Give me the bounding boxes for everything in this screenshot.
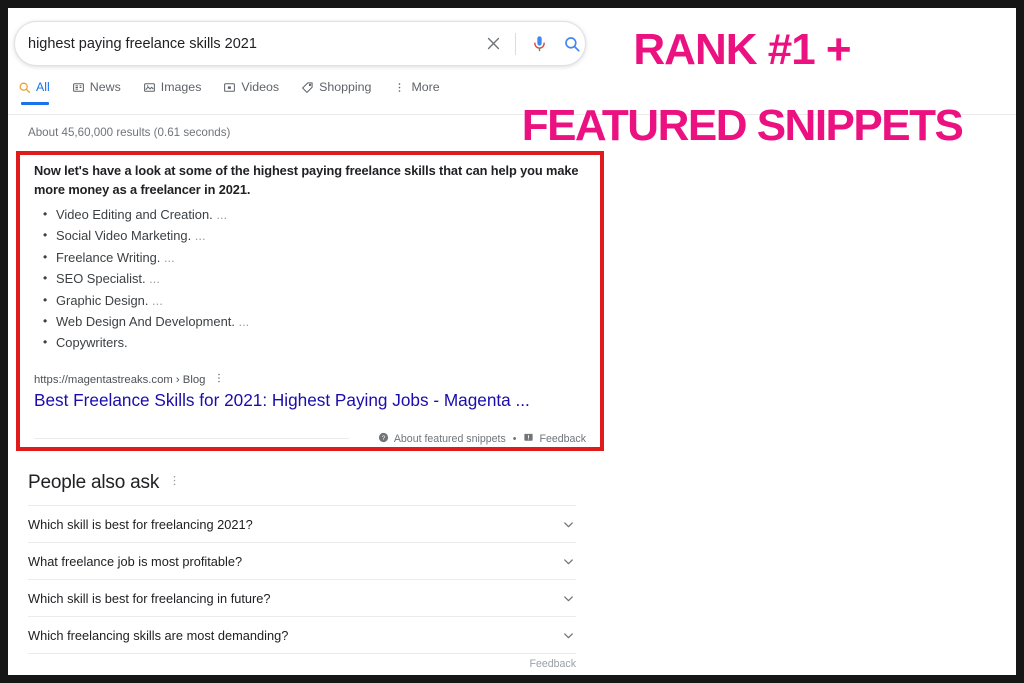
footer-separator: • <box>512 433 517 445</box>
list-item-text: Freelance Writing. <box>56 249 161 265</box>
kebab-menu-icon[interactable] <box>213 372 225 387</box>
chevron-down-icon[interactable] <box>561 554 576 569</box>
result-stats: About 45,60,000 results (0.61 seconds) <box>28 126 231 139</box>
paa-question-label: What freelance job is most profitable? <box>28 553 243 569</box>
paa-feedback-link[interactable]: Feedback <box>529 658 576 670</box>
list-item: Graphic Design. ... <box>43 292 586 316</box>
list-item-ellipsis: ... <box>163 249 175 265</box>
tab-shopping[interactable]: Shopping <box>301 80 371 105</box>
snippet-feedback-label: Feedback <box>539 433 586 445</box>
chevron-down-icon[interactable] <box>561 517 576 532</box>
tab-more-label: More <box>411 80 440 94</box>
list-item-ellipsis: ... <box>149 271 160 287</box>
paa-question-row[interactable]: What freelance job is most profitable? <box>28 542 576 579</box>
snippet-footer: ? About featured snippets • Feedback <box>34 432 586 446</box>
chevron-down-icon[interactable] <box>561 628 576 643</box>
search-input[interactable] <box>28 22 458 65</box>
tab-shopping-label: Shopping <box>319 80 372 94</box>
people-also-ask-title: People also ask <box>28 472 160 493</box>
result-title-link[interactable]: Best Freelance Skills for 2021: Highest … <box>34 390 530 412</box>
people-also-ask-header: People also ask <box>28 472 576 494</box>
tag-icon <box>301 81 314 94</box>
list-item-ellipsis: ... <box>216 206 228 222</box>
paa-question-row[interactable]: Which skill is best for freelancing 2021… <box>28 505 576 542</box>
list-item: Video Editing and Creation. ... <box>43 206 586 230</box>
list-item: SEO Specialist. ... <box>43 271 586 294</box>
list-item: Social Video Marketing. ... <box>43 228 586 251</box>
svg-text:?: ? <box>382 435 386 442</box>
close-x-icon[interactable] <box>481 32 505 56</box>
result-url-row[interactable]: https://magentastreaks.com › Blog <box>34 372 225 387</box>
list-item-text: Web Design And Development. <box>56 313 235 329</box>
list-item-text: Social Video Marketing. <box>56 228 192 244</box>
tab-news-label: News <box>89 80 121 94</box>
promo-overlay-line-2: FEATURED SNIPPETS <box>521 101 964 150</box>
search-bar[interactable] <box>14 21 586 66</box>
paa-question-row[interactable]: Which skill is best for freelancing in f… <box>28 579 576 616</box>
list-item: Copywriters. <box>43 335 586 358</box>
list-item-text: SEO Specialist. <box>56 271 146 287</box>
tab-news[interactable]: News <box>72 80 121 105</box>
tab-videos-label: Videos <box>241 80 280 94</box>
tab-videos[interactable]: Videos <box>223 80 279 105</box>
list-item-ellipsis: ... <box>238 313 250 329</box>
tab-all[interactable]: All <box>18 80 50 105</box>
google-search-results-page: All News <box>8 8 1016 675</box>
paa-question-label: Which skill is best for freelancing 2021… <box>28 516 253 532</box>
tab-images-label: Images <box>160 80 202 94</box>
chevron-down-icon[interactable] <box>561 591 576 606</box>
tab-more[interactable]: More <box>393 80 440 105</box>
flag-icon <box>523 432 534 446</box>
list-item-text: Copywriters. <box>56 335 128 351</box>
paa-question-label: Which freelancing skills are most demand… <box>28 627 289 643</box>
about-featured-snippets-link[interactable]: ? About featured snippets <box>378 432 506 446</box>
paa-question-label: Which skill is best for freelancing in f… <box>28 590 271 606</box>
people-also-ask-section: People also ask Which skill is best for … <box>28 472 576 675</box>
snippet-list: Video Editing and Creation. ... Social V… <box>34 206 586 359</box>
result-url: https://magentastreaks.com › Blog <box>34 373 206 386</box>
news-icon <box>72 81 85 94</box>
snippet-feedback-link[interactable]: Feedback <box>523 432 586 446</box>
search-magnifier-icon[interactable] <box>560 32 584 56</box>
list-item: Web Design And Development. ... <box>43 313 586 337</box>
search-icon <box>18 81 31 94</box>
tabs-divider <box>8 114 1016 115</box>
kebab-icon <box>393 81 406 94</box>
snippet-paragraph: Now let's have a look at some of the hig… <box>34 163 579 197</box>
video-icon <box>223 81 236 94</box>
tab-all-label: All <box>36 80 50 94</box>
list-item-ellipsis: ... <box>152 292 163 308</box>
featured-snippet-highlight-box: Now let's have a look at some of the hig… <box>16 151 604 451</box>
kebab-menu-icon[interactable] <box>168 474 181 492</box>
paa-question-row[interactable]: Which freelancing skills are most demand… <box>28 616 576 653</box>
featured-snippet: Now let's have a look at some of the hig… <box>20 155 600 447</box>
search-divider <box>515 33 516 55</box>
list-item-text: Video Editing and Creation. <box>56 206 213 222</box>
people-also-ask-footer: Feedback <box>28 653 576 675</box>
list-item-ellipsis: ... <box>194 228 206 244</box>
search-vertical-tabs[interactable]: All News Images Videos Shopping More <box>18 80 462 114</box>
image-icon <box>143 81 156 94</box>
help-circle-icon: ? <box>378 432 389 446</box>
list-item: Freelance Writing. ... <box>43 249 586 273</box>
list-item-text: Graphic Design. <box>56 292 149 308</box>
screenshot-frame: All News <box>0 0 1024 683</box>
microphone-icon[interactable] <box>527 32 551 56</box>
about-featured-snippets-label: About featured snippets <box>393 433 506 445</box>
tab-images[interactable]: Images <box>143 80 202 105</box>
